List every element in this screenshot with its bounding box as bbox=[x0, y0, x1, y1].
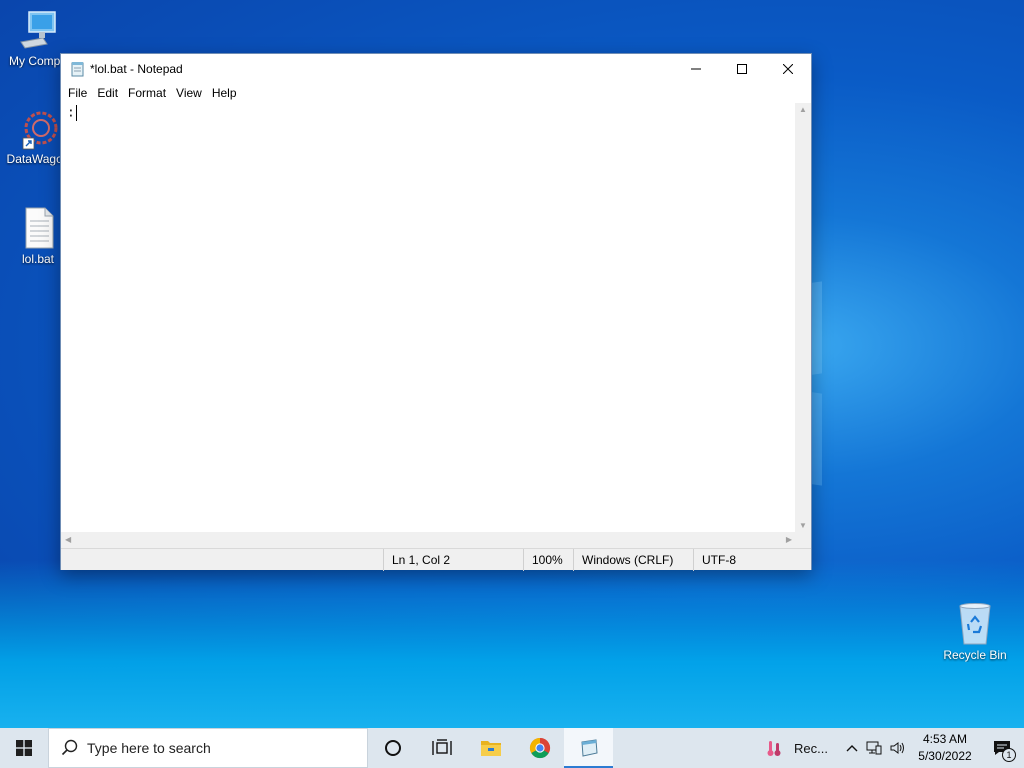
minimize-icon bbox=[691, 68, 701, 70]
scroll-left-icon[interactable]: ◀ bbox=[65, 535, 71, 544]
action-center-button[interactable]: 1 bbox=[980, 728, 1024, 768]
scroll-right-icon[interactable]: ▶ bbox=[786, 535, 792, 544]
notepad-window[interactable]: *lol.bat - Notepad File Edit Format View… bbox=[60, 53, 812, 571]
text-file-icon bbox=[17, 206, 59, 250]
wallpaper-glow bbox=[0, 560, 1024, 730]
show-hidden-icons-chevron-up-icon[interactable] bbox=[842, 741, 862, 755]
task-view-button[interactable] bbox=[417, 728, 466, 768]
vertical-scrollbar[interactable]: ▲ ▼ bbox=[795, 103, 811, 532]
window-title: *lol.bat - Notepad bbox=[90, 62, 183, 76]
folder-icon bbox=[480, 741, 501, 756]
close-icon bbox=[783, 64, 793, 74]
maximize-icon bbox=[737, 64, 747, 74]
tray-app-recorder[interactable]: Rec... bbox=[766, 739, 828, 757]
thermometer-icon bbox=[767, 741, 781, 756]
taskbar: Type here to search Rec... 4:53 AM 5/30/… bbox=[0, 728, 1024, 768]
computer-icon bbox=[17, 8, 59, 52]
task-view-icon bbox=[431, 739, 452, 755]
scrollbar-corner bbox=[795, 532, 811, 548]
title-bar[interactable]: *lol.bat - Notepad bbox=[61, 54, 811, 84]
notification-count-badge: 1 bbox=[1002, 748, 1016, 762]
volume-icon[interactable] bbox=[886, 741, 910, 755]
search-placeholder: Type here to search bbox=[87, 740, 211, 756]
text-caret bbox=[75, 105, 77, 121]
scroll-up-icon[interactable]: ▲ bbox=[799, 105, 807, 114]
notepad-icon bbox=[580, 739, 598, 757]
notepad-icon bbox=[70, 61, 86, 77]
horizontal-scrollbar[interactable]: ◀ ▶ bbox=[61, 532, 796, 548]
editor-content: : bbox=[67, 105, 75, 121]
minimize-button[interactable] bbox=[673, 54, 719, 84]
menu-bar: File Edit Format View Help bbox=[61, 84, 811, 103]
status-bar: Ln 1, Col 2 100% Windows (CRLF) UTF-8 bbox=[61, 548, 811, 571]
network-icon[interactable] bbox=[862, 741, 886, 755]
start-button[interactable] bbox=[0, 728, 48, 768]
menu-format[interactable]: Format bbox=[123, 84, 171, 103]
datawagon-app-icon bbox=[17, 106, 59, 150]
scroll-down-icon[interactable]: ▼ bbox=[799, 521, 807, 530]
status-encoding: UTF-8 bbox=[693, 549, 811, 571]
text-editor-area[interactable]: : bbox=[61, 103, 796, 532]
tray-app-label: Rec... bbox=[794, 740, 828, 756]
system-tray: Rec... 4:53 AM 5/30/2022 1 bbox=[766, 728, 1024, 768]
recycle-bin-icon bbox=[954, 602, 996, 646]
desktop-icon-recycle-bin[interactable]: Recycle Bin bbox=[936, 602, 1014, 662]
chrome-button[interactable] bbox=[515, 728, 564, 768]
close-button[interactable] bbox=[765, 54, 811, 84]
menu-help[interactable]: Help bbox=[207, 84, 242, 103]
taskbar-clock[interactable]: 4:53 AM 5/30/2022 bbox=[910, 731, 980, 765]
chrome-icon bbox=[529, 737, 550, 759]
search-icon bbox=[61, 739, 78, 756]
menu-file[interactable]: File bbox=[63, 84, 92, 103]
status-cursor-position: Ln 1, Col 2 bbox=[383, 549, 523, 571]
status-zoom: 100% bbox=[523, 549, 573, 571]
notepad-taskbar-button[interactable] bbox=[564, 728, 613, 768]
clock-time: 4:53 AM bbox=[922, 732, 968, 746]
status-line-endings: Windows (CRLF) bbox=[573, 549, 693, 571]
windows-logo-icon bbox=[16, 740, 32, 756]
clock-date: 5/30/2022 bbox=[918, 749, 972, 763]
menu-view[interactable]: View bbox=[171, 84, 207, 103]
maximize-button[interactable] bbox=[719, 54, 765, 84]
cortana-circle-icon bbox=[384, 740, 401, 756]
menu-edit[interactable]: Edit bbox=[92, 84, 123, 103]
taskbar-search-box[interactable]: Type here to search bbox=[48, 728, 368, 768]
cortana-button[interactable] bbox=[368, 728, 417, 768]
file-explorer-button[interactable] bbox=[466, 728, 515, 768]
